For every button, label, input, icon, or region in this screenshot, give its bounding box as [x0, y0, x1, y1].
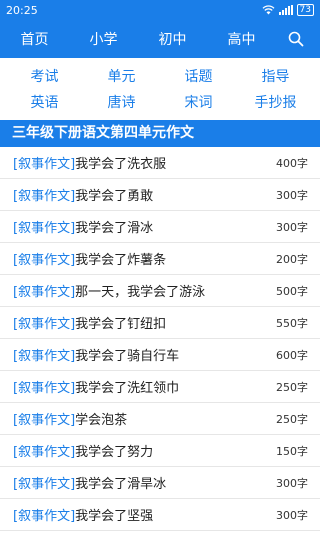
nav-high-school[interactable]: 高中: [207, 29, 276, 49]
article-title: 我学会了骑自行车: [75, 349, 180, 364]
category-grid: 考试 单元 话题 指导 英语 唐诗 宋词 手抄报: [0, 58, 320, 120]
list-item[interactable]: [叙事作文]我学会了坚强 300字: [0, 499, 320, 531]
top-bar: 20:25 73 首页 小学 初中 高中: [0, 0, 320, 58]
search-icon: [288, 31, 304, 47]
wifi-icon: [262, 5, 275, 15]
category-guide[interactable]: 指导: [237, 66, 314, 88]
list-item[interactable]: [叙事作文]那一天，我学会了游泳 500字: [0, 275, 320, 307]
battery-icon: 73: [296, 4, 314, 16]
main-nav: 首页 小学 初中 高中: [0, 20, 320, 58]
article-tag: [叙事作文]: [13, 189, 76, 204]
word-count: 150字: [276, 444, 308, 458]
battery-level: 73: [299, 5, 311, 15]
category-exam[interactable]: 考试: [6, 66, 83, 88]
word-count: 300字: [276, 508, 308, 522]
article-title: 我学会了坚强: [75, 509, 154, 524]
word-count: 250字: [276, 412, 308, 426]
word-count: 600字: [276, 348, 308, 362]
status-bar: 20:25 73: [0, 0, 320, 20]
status-time: 20:25: [6, 3, 38, 17]
article-title: 我学会了努力: [75, 445, 154, 460]
list-item[interactable]: [叙事作文]我学会了洗红领巾 250字: [0, 371, 320, 403]
word-count: 550字: [276, 316, 308, 330]
nav-primary-school[interactable]: 小学: [69, 29, 138, 49]
article-list: [叙事作文]我学会了洗衣服 400字 [叙事作文]我学会了勇敢 300字 [叙事…: [0, 147, 320, 531]
article-tag: [叙事作文]: [13, 253, 76, 268]
article-title: 我学会了勇敢: [75, 189, 154, 204]
list-item[interactable]: [叙事作文]学会泡茶 250字: [0, 403, 320, 435]
article-title: 我学会了洗红领巾: [75, 381, 180, 396]
article-title: 我学会了钉纽扣: [75, 317, 167, 332]
category-song-ci[interactable]: 宋词: [160, 92, 237, 114]
nav-middle-school[interactable]: 初中: [138, 29, 207, 49]
article-title: 我学会了滑旱冰: [75, 477, 167, 492]
section-title: 三年级下册语文第四单元作文: [0, 120, 320, 147]
category-topic[interactable]: 话题: [160, 66, 237, 88]
word-count: 500字: [276, 284, 308, 298]
word-count: 250字: [276, 380, 308, 394]
article-tag: [叙事作文]: [13, 221, 76, 236]
list-item[interactable]: [叙事作文]我学会了骑自行车 600字: [0, 339, 320, 371]
article-tag: [叙事作文]: [13, 349, 76, 364]
category-unit[interactable]: 单元: [83, 66, 160, 88]
signal-icon: [278, 5, 293, 15]
search-button[interactable]: [276, 31, 316, 47]
nav-home[interactable]: 首页: [0, 29, 69, 49]
word-count: 300字: [276, 220, 308, 234]
article-tag: [叙事作文]: [13, 381, 76, 396]
list-item[interactable]: [叙事作文]我学会了滑旱冰 300字: [0, 467, 320, 499]
list-item[interactable]: [叙事作文]我学会了炸薯条 200字: [0, 243, 320, 275]
word-count: 300字: [276, 476, 308, 490]
article-tag: [叙事作文]: [13, 157, 76, 172]
article-title: 学会泡茶: [75, 413, 128, 428]
word-count: 200字: [276, 252, 308, 266]
list-item[interactable]: [叙事作文]我学会了钉纽扣 550字: [0, 307, 320, 339]
article-tag: [叙事作文]: [13, 285, 76, 300]
category-handwritten-newspaper[interactable]: 手抄报: [237, 92, 314, 114]
article-tag: [叙事作文]: [13, 317, 76, 332]
category-tang-poems[interactable]: 唐诗: [83, 92, 160, 114]
article-tag: [叙事作文]: [13, 413, 76, 428]
article-title: 我学会了炸薯条: [75, 253, 167, 268]
status-icons: 73: [262, 4, 314, 16]
list-item[interactable]: [叙事作文]我学会了滑冰 300字: [0, 211, 320, 243]
list-item[interactable]: [叙事作文]我学会了勇敢 300字: [0, 179, 320, 211]
word-count: 400字: [276, 156, 308, 170]
category-english[interactable]: 英语: [6, 92, 83, 114]
article-tag: [叙事作文]: [13, 477, 76, 492]
article-title: 我学会了滑冰: [75, 221, 154, 236]
article-tag: [叙事作文]: [13, 445, 76, 460]
article-title: 我学会了洗衣服: [75, 157, 167, 172]
list-item[interactable]: [叙事作文]我学会了努力 150字: [0, 435, 320, 467]
article-tag: [叙事作文]: [13, 509, 76, 524]
word-count: 300字: [276, 188, 308, 202]
article-title: 那一天，我学会了游泳: [75, 285, 206, 300]
list-item[interactable]: [叙事作文]我学会了洗衣服 400字: [0, 147, 320, 179]
